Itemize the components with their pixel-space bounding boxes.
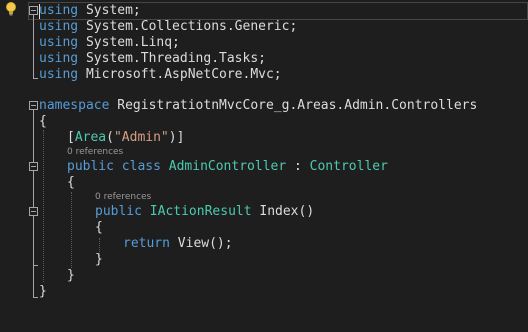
code-line-namespace-close-brace: } <box>39 284 47 300</box>
keyword: using <box>39 35 79 50</box>
paren: ( <box>106 130 114 145</box>
code-line-3: using System.Linq; <box>39 35 180 51</box>
keyword: using <box>39 51 79 66</box>
brace: } <box>39 284 47 299</box>
code-editor[interactable]: using System; using System.Collections.G… <box>0 0 528 332</box>
brace: } <box>95 252 103 267</box>
fold-line <box>33 15 34 79</box>
code-text: Microsoft.AspNetCore.Mvc; <box>78 67 282 82</box>
code-line-5: using Microsoft.AspNetCore.Mvc; <box>39 67 282 83</box>
brace: { <box>95 220 103 235</box>
bracket: )] <box>168 130 185 145</box>
code-line-2: using System.Collections.Generic; <box>39 19 297 35</box>
code-line-method: public IActionResult Index() <box>95 204 314 220</box>
code-text: System; <box>78 3 141 18</box>
keyword: public <box>95 204 142 219</box>
keyword: class <box>121 159 161 174</box>
collapse-icon[interactable] <box>29 101 38 110</box>
keyword: using <box>39 67 79 82</box>
keyword: return <box>123 236 170 251</box>
base-class-name: Controller <box>309 159 388 174</box>
code-line-4: using System.Threading.Tasks; <box>39 51 266 67</box>
code-line-return: return View(); <box>123 236 233 252</box>
collapse-icon[interactable] <box>29 6 38 15</box>
method-name: Index() <box>251 204 315 219</box>
code-line-class-open-brace: { <box>67 175 75 191</box>
code-line-namespace: namespace RegistratiotnMvcCore_g.Areas.A… <box>39 98 477 114</box>
bracket: [ <box>67 130 75 145</box>
keyword: public <box>67 159 114 174</box>
brace: { <box>39 114 47 129</box>
brace: } <box>67 268 75 283</box>
code-text: System.Threading.Tasks; <box>78 51 266 66</box>
indent-guide <box>71 192 72 268</box>
code-line-class-close-brace: } <box>67 268 75 284</box>
code-text: System.Linq; <box>78 35 180 50</box>
code-text: System.Collections.Generic; <box>78 19 298 34</box>
fold-line-end <box>33 78 38 79</box>
fold-line-end <box>33 297 38 298</box>
keyword: namespace <box>39 98 110 113</box>
keyword: using <box>39 3 79 18</box>
code-line-class: public class AdminController : Controlle… <box>67 159 388 175</box>
code-line-method-open-brace: { <box>95 220 103 236</box>
code-line-1: using System; <box>39 3 141 19</box>
code-line-open-brace: { <box>39 114 47 130</box>
attribute-name: Area <box>74 130 107 145</box>
collapse-icon[interactable] <box>29 207 38 216</box>
keyword: using <box>39 19 79 34</box>
class-name: AdminController <box>168 159 287 174</box>
return-type: IActionResult <box>149 204 252 219</box>
fold-line-end <box>33 265 38 266</box>
code-line-attribute: [Area("Admin")] <box>67 130 184 146</box>
namespace-name: RegistratiotnMvcCore_g.Areas.Admin.Contr… <box>109 98 478 113</box>
codelens-references[interactable]: 0 references <box>67 147 123 158</box>
brace: { <box>67 175 75 190</box>
string-literal: "Admin" <box>113 130 169 145</box>
indent-guide <box>43 130 44 282</box>
lightbulb-icon[interactable] <box>5 1 17 17</box>
colon: : <box>286 159 310 174</box>
collapse-icon[interactable] <box>29 162 38 171</box>
code-line-method-close-brace: } <box>95 252 103 268</box>
fold-line <box>33 110 34 298</box>
codelens-references[interactable]: 0 references <box>95 192 151 203</box>
code-text: View(); <box>169 236 233 251</box>
fold-line <box>33 216 34 266</box>
